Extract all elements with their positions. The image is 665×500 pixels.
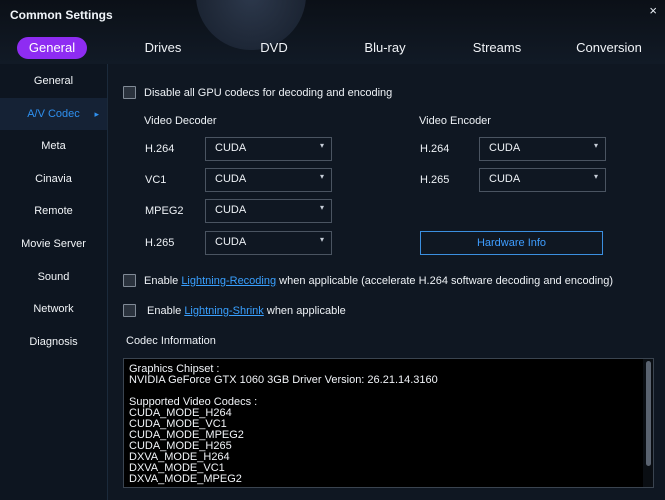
disable-gpu-label: Disable all GPU codecs for decoding and … — [144, 87, 393, 99]
sidebar-item-av-codec[interactable]: A/V Codec ▸ — [0, 98, 107, 130]
lightning-recoding-prefix: Enable — [144, 275, 182, 287]
codec-info-heading: Codec Information — [126, 335, 216, 347]
sidebar-item-label: Network — [33, 303, 74, 315]
window-title: Common Settings — [10, 8, 113, 22]
encoder-h264-label: H.264 — [420, 143, 450, 155]
tab-dvd[interactable]: DVD — [250, 37, 298, 59]
decoder-vc1-label: VC1 — [145, 174, 167, 186]
tab-streams[interactable]: Streams — [465, 37, 529, 59]
sidebar-item-diagnosis[interactable]: Diagnosis — [0, 326, 107, 358]
close-icon[interactable]: × — [649, 3, 657, 18]
tab-bluray[interactable]: Blu-ray — [356, 37, 414, 59]
chevron-down-icon: ▾ — [319, 203, 324, 212]
tab-conversion[interactable]: Conversion — [570, 37, 648, 59]
select-value: CUDA — [489, 142, 521, 154]
select-value: CUDA — [215, 142, 247, 154]
decoder-h265-label: H.265 — [145, 237, 175, 249]
title-bar: Common Settings × General Drives DVD Blu… — [0, 0, 665, 64]
decoder-vc1-select[interactable]: CUDA ▾ — [205, 168, 332, 192]
lightning-shrink-suffix: when applicable — [263, 305, 346, 317]
codec-info-textarea[interactable]: Graphics Chipset : NVIDIA GeForce GTX 10… — [123, 358, 654, 488]
select-value: CUDA — [215, 204, 247, 216]
select-value: CUDA — [489, 173, 521, 185]
tab-drives[interactable]: Drives — [137, 37, 189, 59]
sidebar-item-network[interactable]: Network — [0, 293, 107, 325]
scrollbar-thumb[interactable] — [646, 361, 651, 466]
hardware-info-button[interactable]: Hardware Info — [420, 231, 603, 255]
sidebar-item-sound[interactable]: Sound — [0, 261, 107, 293]
sidebar: General A/V Codec ▸ Meta Cinavia Remote … — [0, 64, 108, 500]
lightning-recoding-link[interactable]: Lightning-Recoding — [181, 275, 276, 287]
disable-gpu-checkbox[interactable] — [123, 86, 136, 99]
encoder-h265-label: H.265 — [420, 174, 450, 186]
lightning-shrink-label: Enable Lightning-Shrink when applicable — [147, 305, 346, 317]
encoder-h265-select[interactable]: CUDA ▾ — [479, 168, 606, 192]
decoder-h264-label: H.264 — [145, 143, 175, 155]
codec-info-line: DXVA_MODE_MPEG2 — [129, 473, 242, 485]
lightning-recoding-label: Enable Lightning-Recoding when applicabl… — [144, 275, 613, 287]
decoder-mpeg2-label: MPEG2 — [145, 205, 184, 217]
decoder-h264-select[interactable]: CUDA ▾ — [205, 137, 332, 161]
sidebar-item-label: Cinavia — [35, 173, 72, 185]
chevron-down-icon: ▾ — [319, 172, 324, 181]
sidebar-item-label: Meta — [41, 140, 66, 152]
sidebar-item-label: A/V Codec — [27, 108, 80, 120]
tab-general[interactable]: General — [17, 37, 87, 59]
sidebar-item-label: Sound — [37, 271, 70, 283]
sidebar-item-movie-server[interactable]: Movie Server — [0, 228, 107, 260]
lightning-shrink-prefix: Enable — [147, 305, 185, 317]
chevron-down-icon: ▾ — [319, 141, 324, 150]
decoder-mpeg2-select[interactable]: CUDA ▾ — [205, 199, 332, 223]
sidebar-item-label: Remote — [34, 205, 73, 217]
encoder-h264-select[interactable]: CUDA ▾ — [479, 137, 606, 161]
sidebar-item-remote[interactable]: Remote — [0, 195, 107, 227]
lightning-shrink-link[interactable]: Lightning-Shrink — [184, 305, 264, 317]
codec-info-scrollbar[interactable] — [643, 359, 653, 487]
sidebar-item-general[interactable]: General — [0, 65, 107, 97]
sidebar-item-label: General — [33, 75, 74, 87]
sidebar-item-meta[interactable]: Meta — [0, 130, 107, 162]
sidebar-item-label: Movie Server — [21, 238, 86, 250]
chevron-down-icon: ▾ — [593, 141, 598, 150]
sidebar-item-cinavia[interactable]: Cinavia — [0, 163, 107, 195]
chevron-down-icon: ▾ — [319, 235, 324, 244]
codec-info-line: NVIDIA GeForce GTX 1060 3GB Driver Versi… — [129, 374, 438, 386]
lightning-recoding-checkbox[interactable] — [123, 274, 136, 287]
select-value: CUDA — [215, 236, 247, 248]
video-decoder-heading: Video Decoder — [144, 115, 217, 127]
video-encoder-heading: Video Encoder — [419, 115, 491, 127]
chevron-right-icon: ▸ — [94, 109, 99, 119]
select-value: CUDA — [215, 173, 247, 185]
sidebar-item-label: Diagnosis — [29, 336, 78, 348]
chevron-down-icon: ▾ — [593, 172, 598, 181]
decoder-h265-select[interactable]: CUDA ▾ — [205, 231, 332, 255]
lightning-recoding-suffix: when applicable (accelerate H.264 softwa… — [276, 275, 614, 287]
lightning-shrink-checkbox[interactable] — [123, 304, 136, 317]
